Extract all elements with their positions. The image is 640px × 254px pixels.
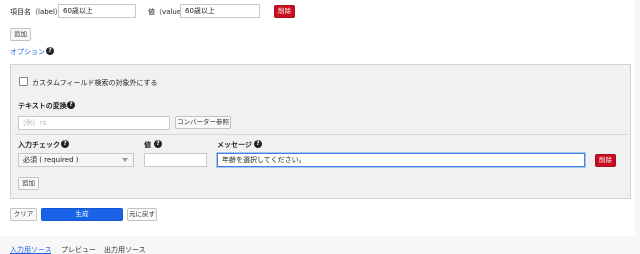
delete-check-button[interactable]: 削除 bbox=[595, 154, 616, 167]
tab-preview[interactable]: プレビュー bbox=[61, 245, 96, 254]
delete-row-button[interactable]: 削除 bbox=[274, 5, 295, 18]
check-value-input[interactable] bbox=[144, 153, 207, 167]
input-check-help-icon[interactable]: ? bbox=[61, 140, 69, 148]
options-toggle[interactable]: オプション bbox=[10, 47, 45, 57]
clear-button[interactable]: クリア bbox=[10, 208, 37, 221]
message-input[interactable]: 年齢を選択してください。 bbox=[217, 153, 585, 167]
tab-output-source[interactable]: 出力用ソース bbox=[104, 245, 146, 254]
label-input[interactable]: 60歳以上 bbox=[58, 4, 136, 18]
text-convert-help-icon[interactable]: ? bbox=[67, 101, 75, 109]
label-caption: 項目名（label） bbox=[10, 8, 62, 16]
message-column-title: メッセージ bbox=[217, 141, 252, 149]
options-panel: カスタムフィールド検索の対象外にする テキストの変換 ? (例）rs コンバータ… bbox=[10, 64, 631, 199]
value-column-title: 値 bbox=[144, 141, 151, 149]
editor-card: 項目名（label） 60歳以上 値（value） 60歳以上 削除 追加 オプ… bbox=[0, 0, 635, 236]
text-convert-input[interactable]: (例）rs bbox=[18, 116, 170, 130]
text-convert-title: テキストの変換 bbox=[18, 102, 67, 110]
message-column-help-icon[interactable]: ? bbox=[254, 140, 262, 148]
exclude-search-label: カスタムフィールド検索の対象外にする bbox=[32, 79, 158, 87]
check-type-select[interactable]: 必須 ( required ) bbox=[18, 153, 134, 167]
value-column-help-icon[interactable]: ? bbox=[154, 140, 162, 148]
chevron-down-icon bbox=[122, 158, 128, 162]
input-check-title: 入力チェック bbox=[18, 141, 60, 149]
add-check-button[interactable]: 追加 bbox=[18, 177, 39, 190]
panel-divider bbox=[15, 134, 628, 135]
exclude-search-checkbox[interactable] bbox=[19, 77, 28, 86]
check-type-value: 必須 ( required ) bbox=[23, 156, 79, 164]
value-input[interactable]: 60歳以上 bbox=[180, 4, 260, 18]
add-row-button[interactable]: 追加 bbox=[10, 28, 31, 41]
options-help-icon[interactable]: ? bbox=[46, 47, 54, 55]
generate-button[interactable]: 生成 bbox=[41, 208, 123, 221]
undo-button[interactable]: 元に戻す bbox=[127, 208, 157, 221]
converter-reference-button[interactable]: コンバーター参照 bbox=[175, 116, 231, 129]
